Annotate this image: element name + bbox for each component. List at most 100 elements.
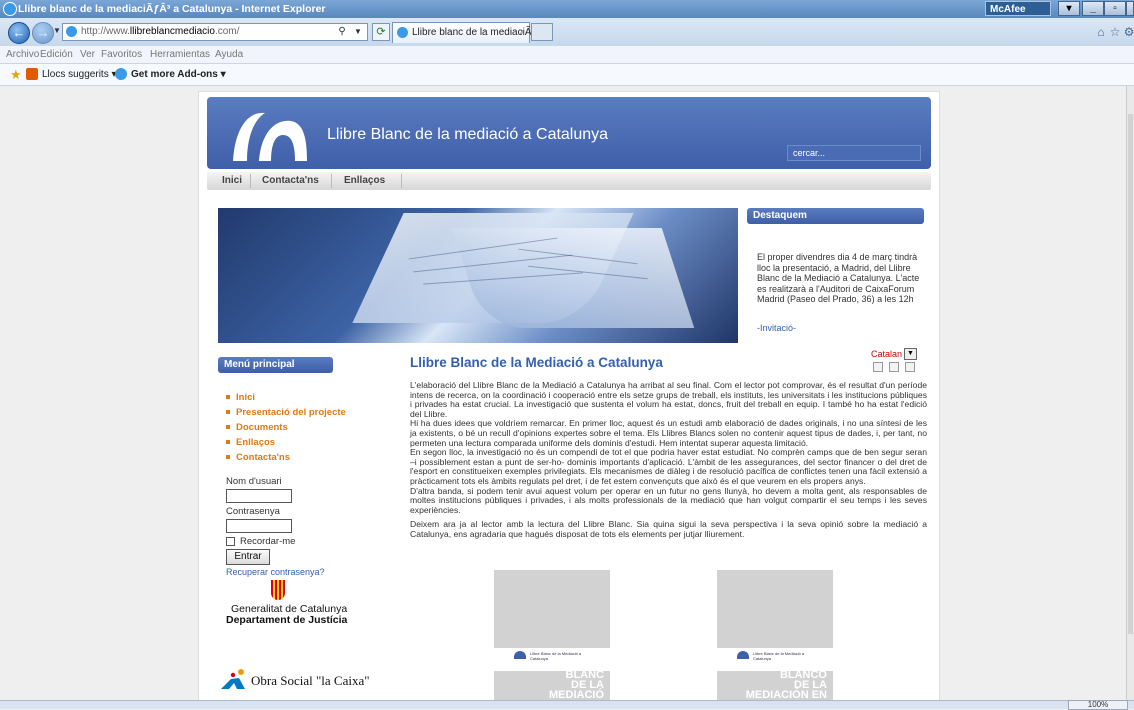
menu-item-presentacio[interactable]: Presentació del projecte [226,407,346,418]
bullet-icon [226,395,230,400]
scrollbar-thumb[interactable] [1128,114,1133,634]
bullet-icon [226,425,230,430]
site-header: Llibre Blanc de la mediació a Catalunya … [207,97,931,169]
menu-ver[interactable]: Ver [80,49,95,60]
password-label: Contrasenya [226,506,280,517]
article-title: Llibre Blanc de la Mediació a Catalunya [410,355,663,370]
get-addons-link[interactable]: Get more Add-ons ▾ [131,69,226,80]
book-cover-catalan[interactable]: Llibre Blanc de la Mediació a Catalunya … [494,570,610,700]
username-field[interactable] [226,489,292,503]
article-paragraph: D'altra banda, si podem tenir avui aques… [410,485,927,515]
article-paragraph: Hi ha dues idees que voldríem remarcar. … [410,418,927,448]
page-icon [66,26,77,37]
nav-enllacos[interactable]: Enllaços [344,175,385,186]
cover-title: LIBRO BLANCO DE LA MEDIACIÓN EN [745,659,827,701]
pdf-icon[interactable] [873,362,883,372]
home-icon[interactable]: ⌂ [1094,25,1108,39]
featured-heading: Destaquem [747,208,924,224]
nav-divider [250,174,251,188]
minimize-button[interactable]: _ [1082,1,1104,16]
browser-tab[interactable]: Llibre blanc de la mediaciÃƒÂ... × [392,22,552,43]
nav-divider [401,174,402,188]
window-title: Llibre blanc de la mediaciÃƒÂ³ a Catalun… [18,3,326,15]
address-bar[interactable]: http://www.llibreblancmediacio.com/ ⚲ ▼ [62,23,368,41]
article-paragraph: En segon lloc, la investigació no és un … [410,447,927,486]
cover-logo-icon [514,651,526,659]
addons-icon [115,68,127,80]
language-label: Catalan [871,349,903,359]
web-page: Llibre Blanc de la mediació a Catalunya … [198,91,940,700]
menu-item-documents[interactable]: Documents [226,422,288,433]
history-dropdown-icon[interactable]: ▼ [53,26,61,35]
bullet-icon [226,440,230,445]
username-label: Nom d'usuari [226,476,282,487]
menu-favoritos[interactable]: Favoritos [101,49,142,60]
refresh-button[interactable]: ⟳ [372,23,390,41]
tab-favicon [397,27,408,38]
article-body: L'elaboració del Llibre Blanc de la Medi… [410,380,927,540]
address-dropdown-icon[interactable]: ▼ [351,24,365,40]
vertical-scrollbar[interactable] [1126,86,1134,700]
site-logo[interactable] [229,105,309,165]
bullet-icon [226,455,230,460]
hero-book-image [218,208,738,343]
justice-department-name: Departament de Justícia [226,614,348,626]
forward-button[interactable]: → [32,22,54,44]
site-search-input[interactable]: cercar... [787,145,921,161]
close-window-button[interactable] [1126,1,1134,16]
article-paragraph: Deixem ara ja al lector amb la lectura d… [410,519,927,539]
tab-close-icon[interactable]: × [519,23,525,42]
chevron-down-icon[interactable]: ▼ [904,348,917,360]
favorites-bar: ★ Llocs suggerits ▾ Get more Add-ons ▾ [0,64,1134,86]
remember-label: Recordar-me [240,536,296,547]
article-paragraph: L'elaboració del Llibre Blanc de la Medi… [410,380,927,419]
featured-text: El proper divendres dia 4 de març tindrà… [757,252,920,304]
generalitat-shield-icon [271,580,285,600]
favorites-star-icon[interactable]: ★ [10,67,22,83]
menu-archivo[interactable]: Archivo [6,49,39,60]
menu-item-contactans[interactable]: Contacta'ns [226,452,290,463]
main-menu-heading: Menú principal [218,357,333,373]
cover-logo-icon [737,651,749,659]
search-icon[interactable]: ⚲ [335,24,349,40]
invitation-link[interactable]: -Invitació- [757,323,796,333]
la-caixa-star-icon [221,669,245,689]
tools-gear-icon[interactable]: ⚙ [1122,25,1134,39]
menu-item-inici[interactable]: Inici [226,392,255,403]
bullet-icon [226,410,230,415]
new-tab-button[interactable] [531,23,553,41]
menu-ayuda[interactable]: Ayuda [215,49,243,60]
status-bar: 100% [0,700,1134,710]
cover-title: LLIBRE BLANC DE LA MEDIACIÓ [549,659,604,701]
password-field[interactable] [226,519,292,533]
back-button[interactable]: ← [8,22,30,44]
window-title-bar: Llibre blanc de la mediaciÃƒÂ³ a Catalun… [0,0,1134,18]
obra-social-la-caixa: Obra Social "la Caixa" [251,673,370,688]
address-toolbar: ← → ▼ http://www.llibreblancmediacio.com… [0,18,1134,46]
recover-password-link[interactable]: Recuperar contrasenya? [226,567,325,577]
menu-herramientas[interactable]: Herramientas [150,49,210,60]
mcafee-badge[interactable]: McAfee [985,1,1051,16]
language-selector[interactable]: Catalan ▼ [871,348,917,360]
menu-item-enllacos[interactable]: Enllaços [226,437,275,448]
page-viewport: Llibre Blanc de la mediació a Catalunya … [0,86,1126,700]
remember-checkbox[interactable] [226,537,235,546]
nav-contactans[interactable]: Contacta'ns [262,175,319,186]
suggested-sites-link[interactable]: Llocs suggerits ▾ [42,69,117,80]
book-cover-spanish[interactable]: Llibre Blanc de la Mediació a Catalunya … [717,570,833,700]
maximize-button[interactable]: ▫ [1104,1,1126,16]
site-title: Llibre Blanc de la mediació a Catalunya [327,126,609,143]
address-url: http://www.llibreblancmediacio.com/ [81,26,240,37]
email-icon[interactable] [905,362,915,372]
print-icon[interactable] [889,362,899,372]
site-nav: Inici Contacta'ns Enllaços [207,172,931,190]
window-dropdown-button[interactable]: ▾ [1058,1,1080,16]
nav-divider [331,174,332,188]
favorites-star-icon[interactable]: ☆ [1108,25,1122,39]
menu-edicion[interactable]: Edición [40,49,73,60]
suggested-sites-icon [26,68,38,80]
ie-icon [3,2,17,16]
menu-bar: Archivo Edición Ver Favoritos Herramient… [0,46,1134,64]
login-button[interactable]: Entrar [226,549,270,565]
nav-inici[interactable]: Inici [222,175,242,186]
